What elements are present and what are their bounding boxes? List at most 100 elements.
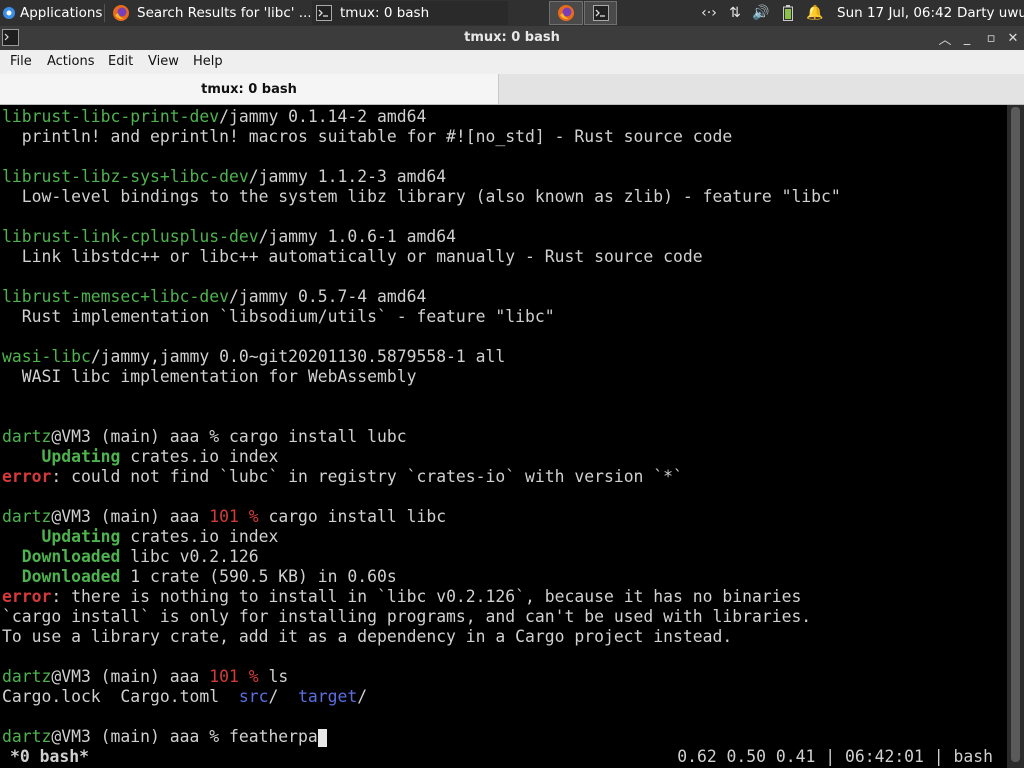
- terminal-text-segment: /jammy 0.1.14-2 amd64: [219, 107, 427, 126]
- window-shade-button[interactable]: ︿: [934, 26, 956, 50]
- terminal-text-segment: target: [298, 687, 358, 706]
- close-button[interactable]: ✕: [1002, 26, 1024, 50]
- menu-file[interactable]: File: [10, 50, 32, 74]
- terminal-text-segment: @VM3 (main) aaa % featherpa: [51, 727, 318, 746]
- terminal-text-segment: `cargo install` is only for installing p…: [2, 607, 812, 626]
- battery-icon[interactable]: [778, 0, 798, 26]
- terminal-line: Cargo.lock Cargo.toml src/ target/: [2, 687, 1007, 707]
- terminal-icon: [316, 5, 332, 21]
- terminal-text-segment: dartz: [2, 507, 52, 526]
- terminal-text-segment: crates.io index: [120, 527, 279, 546]
- network-icon[interactable]: ‹·›: [698, 0, 720, 26]
- applications-menu-icon: [3, 7, 15, 19]
- menubar: File Actions Edit View Help: [0, 50, 1024, 74]
- terminal-text-segment: librust-libc-print-dev: [2, 107, 220, 126]
- terminal-text-segment: dartz: [2, 727, 52, 746]
- top-panel: Applications Search Results for 'libc' .…: [0, 0, 1024, 26]
- taskbar-button-terminal[interactable]: tmux: 0 bash: [312, 1, 508, 25]
- transfer-arrows-icon[interactable]: ⇅: [724, 0, 746, 26]
- terminal-line: dartz@VM3 (main) aaa 101 % cargo install…: [2, 507, 1007, 527]
- terminal-line: error: there is nothing to install in `l…: [2, 587, 1007, 607]
- taskbar-button-label: tmux: 0 bash: [340, 5, 430, 21]
- window-titlebar[interactable]: tmux: 0 bash ︿ _ ▫ ✕: [0, 26, 1024, 50]
- terminal-text-segment: librust-libz-sys+libc-dev: [2, 167, 249, 186]
- terminal-text-segment: 101 %: [209, 667, 259, 686]
- terminal-text-segment: : could not find `lubc` in registry `cra…: [51, 467, 683, 486]
- terminal-text-segment: Rust implementation `libsodium/utils` - …: [2, 307, 555, 326]
- menu-help[interactable]: Help: [193, 50, 223, 74]
- terminal-text-segment: src: [238, 687, 269, 706]
- terminal-line: dartz@VM3 (main) aaa % cargo install lub…: [2, 427, 1007, 447]
- terminal-text-segment: dartz: [2, 427, 52, 446]
- terminal-text-segment: error: [2, 467, 52, 486]
- terminal-line: Downloaded libc v0.2.126: [2, 547, 1007, 567]
- tab-tmux-bash[interactable]: tmux: 0 bash: [0, 74, 499, 104]
- terminal-line: Rust implementation `libsodium/utils` - …: [2, 307, 1007, 327]
- firefox-icon: [113, 5, 129, 21]
- terminal-line: To use a library crate, add it as a depe…: [2, 627, 1007, 647]
- terminal-line: Updating crates.io index: [2, 447, 1007, 467]
- minimize-button[interactable]: _: [956, 26, 978, 50]
- terminal-line: librust-libz-sys+libc-dev/jammy 1.1.2-3 …: [2, 167, 1007, 187]
- tmux-window-list[interactable]: *0 bash*: [10, 746, 89, 768]
- terminal-text-segment: error: [2, 587, 52, 606]
- taskbar-button-label: Search Results for 'libc' ...: [137, 5, 310, 21]
- clock[interactable]: Sun 17 Jul, 06:42: [837, 0, 952, 26]
- terminal-text-segment: wasi-libc: [2, 347, 91, 366]
- maximize-button[interactable]: ▫: [980, 26, 1002, 50]
- tmux-status-info: 0.62 0.50 0.41 | 06:42:01 | bash: [677, 747, 993, 766]
- tab-strip: tmux: 0 bash: [0, 74, 1024, 105]
- launcher-firefox[interactable]: [549, 1, 583, 25]
- user-menu[interactable]: Darty uwu: [957, 0, 1024, 26]
- terminal-line: librust-libc-print-dev/jammy 0.1.14-2 am…: [2, 107, 1007, 127]
- terminal-text-segment: Cargo.lock Cargo.toml: [2, 687, 239, 706]
- menu-view[interactable]: View: [148, 50, 179, 74]
- terminal-text-segment: @VM3 (main) aaa % cargo install lubc: [51, 427, 407, 446]
- firefox-icon: [558, 5, 574, 21]
- terminal-line: librust-memsec+libc-dev/jammy 0.5.7-4 am…: [2, 287, 1007, 307]
- taskbar-button-firefox[interactable]: Search Results for 'libc' ...: [112, 1, 310, 25]
- terminal-line: Low-level bindings to the system libz li…: [2, 187, 1007, 207]
- launcher-terminal[interactable]: [584, 1, 617, 25]
- notification-bell-icon[interactable]: 🔔: [804, 0, 826, 26]
- terminal-line: Link libstdc++ or libc++ automatically o…: [2, 247, 1007, 267]
- terminal-text-segment: Link libstdc++ or libc++ automatically o…: [2, 247, 703, 266]
- terminal-text-segment: 101 %: [209, 507, 259, 526]
- menu-edit[interactable]: Edit: [108, 50, 133, 74]
- volume-icon[interactable]: 🔊: [750, 0, 772, 26]
- terminal-text-segment: /jammy 1.1.2-3 amd64: [248, 167, 447, 186]
- terminal-text-segment: librust-link-cplusplus-dev: [2, 227, 259, 246]
- terminal-text-segment: Updating: [2, 527, 121, 546]
- applications-menu-button[interactable]: Applications: [2, 0, 102, 26]
- tmux-status-bar: *0 bash* 0.62 0.50 0.41 | 06:42:01 | bas…: [2, 746, 993, 768]
- terminal-text-segment: libc v0.2.126: [120, 547, 259, 566]
- terminal-text-segment: println! and eprintln! macros suitable f…: [2, 127, 733, 146]
- terminal-text-segment: To use a library crate, add it as a depe…: [2, 627, 733, 646]
- terminal-line: dartz@VM3 (main) aaa 101 % ls: [2, 667, 1007, 687]
- terminal-scrollbar[interactable]: [1007, 105, 1024, 768]
- terminal-text-segment: crates.io index: [120, 447, 279, 466]
- scrollbar-thumb[interactable]: [1011, 107, 1020, 762]
- terminal-text-segment: 1 crate (590.5 KB) in 0.60s: [120, 567, 397, 586]
- terminal-line: Downloaded 1 crate (590.5 KB) in 0.60s: [2, 567, 1007, 587]
- menu-actions[interactable]: Actions: [47, 50, 95, 74]
- terminal-line: wasi-libc/jammy,jammy 0.0~git20201130.58…: [2, 347, 1007, 367]
- terminal-text-segment: /jammy 1.0.6-1 amd64: [258, 227, 456, 246]
- terminal-line: error: could not find `lubc` in registry…: [2, 467, 1007, 487]
- terminal-cursor: [317, 728, 328, 747]
- terminal-text-segment: ls: [258, 667, 289, 686]
- terminal-text-segment: /: [268, 687, 299, 706]
- terminal-line: WASI libc implementation for WebAssembly: [2, 367, 1007, 387]
- terminal-text-segment: @VM3 (main) aaa: [51, 507, 210, 526]
- terminal-output[interactable]: librust-libc-print-dev/jammy 0.1.14-2 am…: [0, 105, 1007, 768]
- applications-label: Applications: [20, 5, 103, 21]
- terminal-text-segment: dartz: [2, 667, 52, 686]
